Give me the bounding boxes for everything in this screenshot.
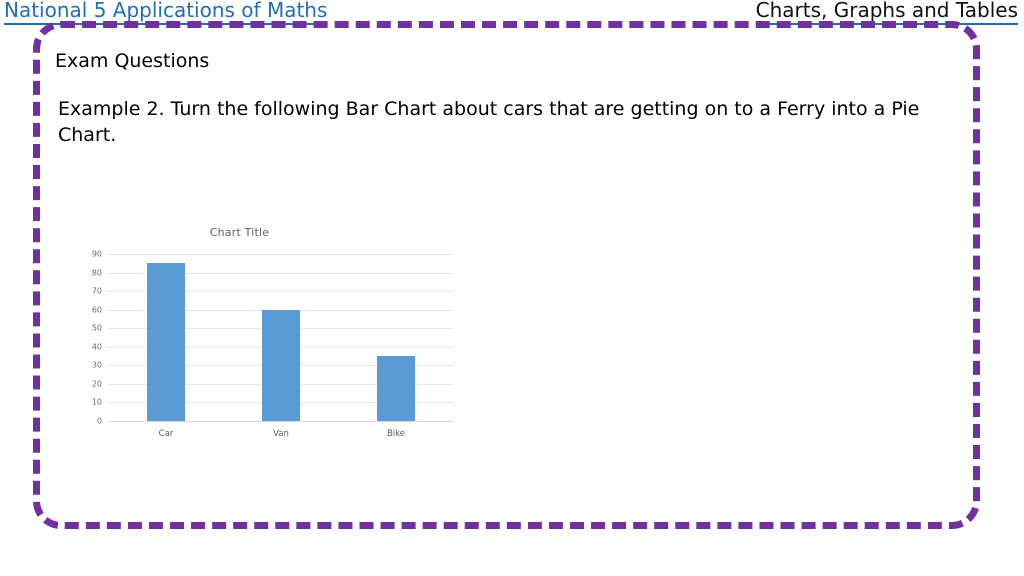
chart-y-tick-label: 40 [91, 342, 102, 352]
bar-chart: Chart Title 90 80 70 60 50 40 30 20 10 0 Car Van Bik… [62, 220, 472, 450]
chart-x-tick-label: Van [273, 429, 289, 439]
chart-gridline [108, 254, 453, 255]
chart-gridline [108, 421, 453, 422]
chart-y-tick-label: 30 [91, 360, 102, 370]
chart-y-tick-label: 80 [91, 268, 102, 278]
topic-title: Charts, Graphs and Tables [755, 0, 1018, 25]
slide-body: Exam Questions Example 2. Turn the follo… [55, 48, 945, 148]
course-title: National 5 Applications of Maths [4, 0, 328, 25]
chart-x-tick-label: Car [158, 429, 174, 439]
chart-bar [377, 356, 415, 421]
chart-bar [147, 263, 185, 421]
chart-y-tick-label: 0 [96, 416, 102, 426]
chart-y-tick-label: 50 [91, 323, 102, 333]
chart-x-tick-label: Bike [386, 429, 406, 439]
chart-title: Chart Title [209, 226, 270, 239]
chart-bar [262, 310, 300, 421]
chart-y-tick-label: 10 [91, 397, 102, 407]
chart-y-tick-label: 90 [91, 249, 102, 259]
chart-plot-area: 90 80 70 60 50 40 30 20 10 0 Car Van Bike [92, 250, 453, 439]
chart-y-tick-label: 20 [91, 379, 102, 389]
chart-y-tick-label: 60 [91, 305, 102, 315]
example-question-text: Example 2. Turn the following Bar Chart … [58, 98, 920, 146]
chart-y-tick-label: 70 [91, 286, 102, 296]
exam-questions-heading: Exam Questions [55, 50, 210, 72]
